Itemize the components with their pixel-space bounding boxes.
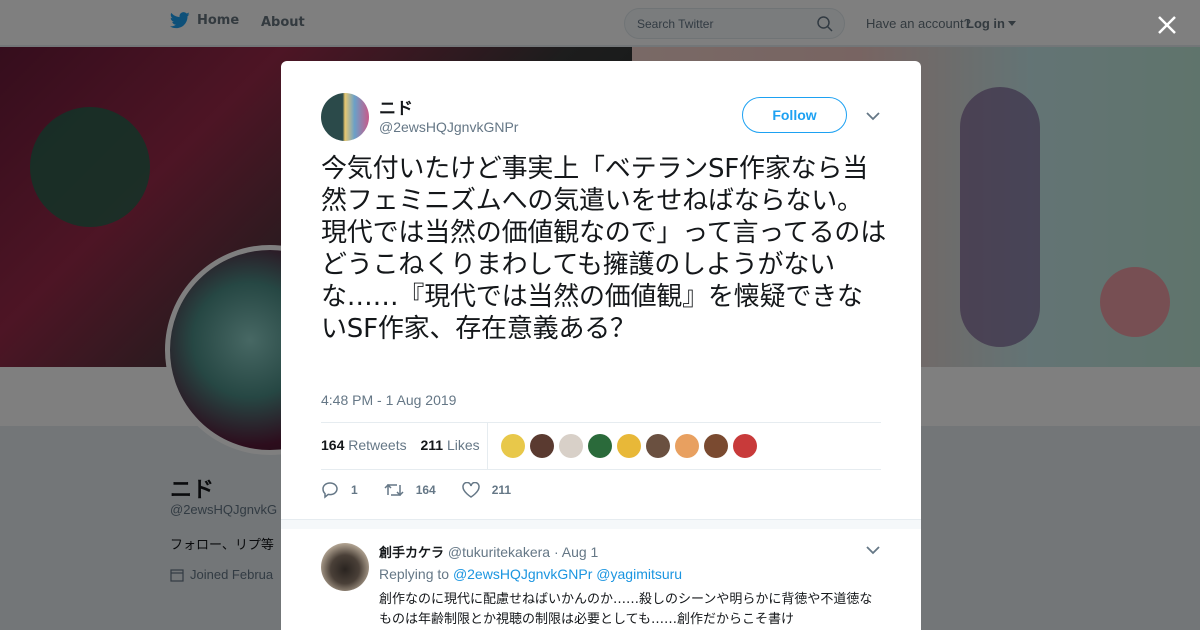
liker-avatar[interactable] xyxy=(588,434,612,458)
liker-avatar[interactable] xyxy=(646,434,670,458)
retweet-count: 164 xyxy=(415,483,436,497)
divider xyxy=(321,422,881,423)
reply-header: 創手カケラ @tukuritekakera · Aug 1 xyxy=(379,542,598,561)
liker-avatar[interactable] xyxy=(733,434,757,458)
like-count: 211 xyxy=(491,483,512,497)
likers-avatars xyxy=(501,434,762,458)
liker-avatar[interactable] xyxy=(675,434,699,458)
liker-avatar[interactable] xyxy=(559,434,583,458)
divider xyxy=(487,423,488,469)
tweet-modal: ニド @2ewsHQJgnvkGNPr Follow 今気付いたけど事実上「ベテ… xyxy=(281,61,921,630)
replying-to-link[interactable]: @yagimitsuru xyxy=(596,566,682,582)
reply-text: 創作なのに現代に配慮せねばいかんのか……殺しのシーンや明らかに背徳や不道徳なもの… xyxy=(379,592,873,627)
replying-to: Replying to @2ewsHQJgnvkGNPr @yagimitsur… xyxy=(379,566,682,582)
likes-label: Likes xyxy=(446,437,480,453)
reply-icon xyxy=(322,482,338,499)
tweet-author-avatar[interactable] xyxy=(321,93,369,141)
replying-to-link[interactable]: @2ewsHQJgnvkGNPr xyxy=(453,566,592,582)
retweets-label: Retweets xyxy=(348,437,407,453)
chevron-down-icon[interactable] xyxy=(866,111,880,121)
follow-button[interactable]: Follow xyxy=(742,97,847,133)
divider xyxy=(281,519,921,529)
retweet-icon xyxy=(384,483,404,497)
tweet-text: 今気付いたけど事実上「ベテランSF作家なら当然フェミニズムへの気遣いをせねばなら… xyxy=(321,154,887,344)
like-button[interactable]: 211 xyxy=(461,482,512,498)
tweet-author-handle[interactable]: @2ewsHQJgnvkGNPr xyxy=(379,119,518,135)
retweets-count: 164 xyxy=(321,437,345,453)
reply-author-avatar[interactable] xyxy=(321,543,369,591)
replying-to-label: Replying to xyxy=(379,566,450,582)
reply-author-handle[interactable]: @tukuritekakera xyxy=(448,544,550,560)
divider xyxy=(321,469,881,470)
liker-avatar[interactable] xyxy=(530,434,554,458)
retweet-button[interactable]: 164 xyxy=(384,482,436,498)
likes-count: 211 xyxy=(420,437,444,453)
tweet-author-name[interactable]: ニド xyxy=(379,94,413,119)
liker-avatar[interactable] xyxy=(501,434,525,458)
reply-date[interactable]: · Aug 1 xyxy=(554,544,598,560)
reply-count: 1 xyxy=(351,483,358,497)
tweet-actions: 1 164 211 xyxy=(321,481,537,499)
close-icon[interactable] xyxy=(1155,13,1179,37)
tweet-stats: 164 Retweets 211 Likes xyxy=(321,437,480,453)
tweet-timestamp[interactable]: 4:48 PM - 1 Aug 2019 xyxy=(321,392,456,408)
heart-icon xyxy=(461,482,480,498)
likes-stat[interactable]: 211 Likes xyxy=(421,437,480,453)
chevron-down-icon[interactable] xyxy=(866,545,880,555)
reply-author-name[interactable]: 創手カケラ xyxy=(379,546,444,561)
retweets-stat[interactable]: 164 Retweets xyxy=(321,437,407,453)
liker-avatar[interactable] xyxy=(704,434,728,458)
reply-button[interactable]: 1 xyxy=(321,481,358,499)
liker-avatar[interactable] xyxy=(617,434,641,458)
